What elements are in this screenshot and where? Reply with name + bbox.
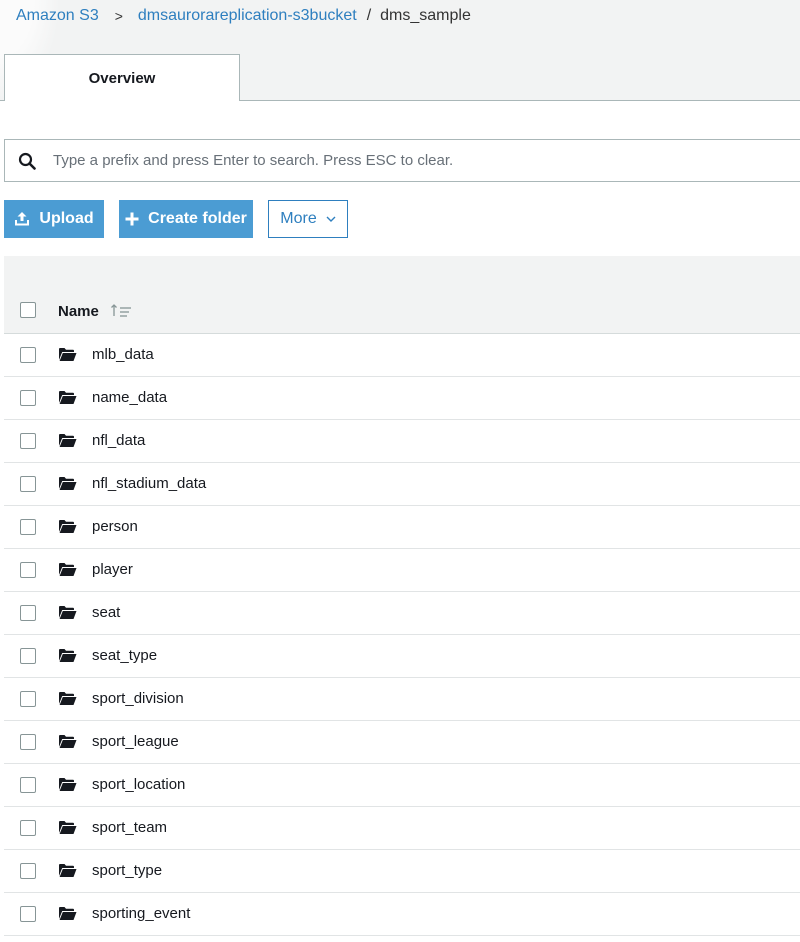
folder-name-link[interactable]: mlb_data <box>92 346 154 363</box>
folder-name-link[interactable]: nfl_stadium_data <box>92 475 206 492</box>
folder-name-link[interactable]: person <box>92 518 138 535</box>
plus-icon <box>125 212 139 226</box>
table-row[interactable]: sport_division <box>4 678 800 721</box>
breadcrumb: Amazon S3 > dmsaurorareplication-s3bucke… <box>16 5 471 27</box>
table-row[interactable]: sporting_event <box>4 893 800 936</box>
table-row[interactable]: player <box>4 549 800 592</box>
folder-icon <box>59 348 77 361</box>
folder-icon <box>59 563 77 576</box>
row-checkbox[interactable] <box>20 734 36 750</box>
breadcrumb-bucket-link[interactable]: dmsaurorareplication-s3bucket <box>138 7 357 25</box>
folder-icon <box>59 864 77 877</box>
row-checkbox[interactable] <box>20 390 36 406</box>
folder-icon <box>59 606 77 619</box>
table-row[interactable]: person <box>4 506 800 549</box>
breadcrumb-root-link[interactable]: Amazon S3 <box>16 7 99 25</box>
search-input[interactable] <box>51 151 735 170</box>
breadcrumb-current: dms_sample <box>380 7 471 24</box>
search-box <box>4 139 800 182</box>
folder-icon <box>59 434 77 447</box>
folder-name-link[interactable]: sport_division <box>92 690 184 707</box>
table-row[interactable]: sport_type <box>4 850 800 893</box>
folder-name-link[interactable]: sport_type <box>92 862 162 879</box>
select-all-checkbox[interactable] <box>20 302 36 318</box>
folder-name-link[interactable]: seat <box>92 604 120 621</box>
upload-label: Upload <box>39 210 94 227</box>
folder-name-link[interactable]: seat_type <box>92 647 157 664</box>
tab-overview[interactable]: Overview <box>4 54 240 101</box>
table-toolbar-strip <box>4 256 800 289</box>
table-row[interactable]: seat_type <box>4 635 800 678</box>
folder-name-link[interactable]: sporting_event <box>92 905 190 922</box>
breadcrumb-slash: / <box>366 7 372 24</box>
chevron-down-icon <box>326 216 336 223</box>
folder-icon <box>59 477 77 490</box>
row-checkbox[interactable] <box>20 648 36 664</box>
row-checkbox[interactable] <box>20 605 36 621</box>
upload-icon <box>14 211 30 227</box>
row-checkbox[interactable] <box>20 906 36 922</box>
table-row[interactable]: sport_location <box>4 764 800 807</box>
breadcrumb-chevron-icon: > <box>114 8 123 24</box>
table-row[interactable]: nfl_data <box>4 420 800 463</box>
folder-icon <box>59 692 77 705</box>
table-row[interactable]: name_data <box>4 377 800 420</box>
row-checkbox[interactable] <box>20 476 36 492</box>
folder-name-link[interactable]: sport_location <box>92 776 185 793</box>
table-row[interactable]: sport_team <box>4 807 800 850</box>
row-checkbox[interactable] <box>20 433 36 449</box>
folder-icon <box>59 821 77 834</box>
folder-name-link[interactable]: sport_league <box>92 733 179 750</box>
more-dropdown-button[interactable]: More <box>268 200 348 238</box>
table-row[interactable]: sport_league <box>4 721 800 764</box>
column-header-name[interactable]: Name <box>58 303 99 320</box>
row-checkbox[interactable] <box>20 691 36 707</box>
table-header: Name <box>4 289 800 334</box>
row-checkbox[interactable] <box>20 820 36 836</box>
table-row[interactable]: mlb_data <box>4 334 800 377</box>
folder-icon <box>59 649 77 662</box>
folder-name-link[interactable]: nfl_data <box>92 432 145 449</box>
row-checkbox[interactable] <box>20 562 36 578</box>
upload-button[interactable]: Upload <box>4 200 104 238</box>
create-folder-button[interactable]: Create folder <box>119 200 253 238</box>
row-checkbox[interactable] <box>20 347 36 363</box>
folder-icon <box>59 520 77 533</box>
sort-ascending-icon[interactable] <box>110 303 132 319</box>
row-checkbox[interactable] <box>20 519 36 535</box>
table-row[interactable]: nfl_stadium_data <box>4 463 800 506</box>
folder-icon <box>59 391 77 404</box>
folder-name-link[interactable]: player <box>92 561 133 578</box>
folder-name-link[interactable]: sport_team <box>92 819 167 836</box>
table-row[interactable]: seat <box>4 592 800 635</box>
search-icon <box>18 152 36 170</box>
folder-icon <box>59 735 77 748</box>
folder-icon <box>59 778 77 791</box>
row-checkbox[interactable] <box>20 777 36 793</box>
folder-name-link[interactable]: name_data <box>92 389 167 406</box>
more-label: More <box>280 210 317 227</box>
row-checkbox[interactable] <box>20 863 36 879</box>
s3-console-page: Amazon S3 > dmsaurorareplication-s3bucke… <box>0 0 800 942</box>
folder-icon <box>59 907 77 920</box>
create-folder-label: Create folder <box>148 210 247 227</box>
